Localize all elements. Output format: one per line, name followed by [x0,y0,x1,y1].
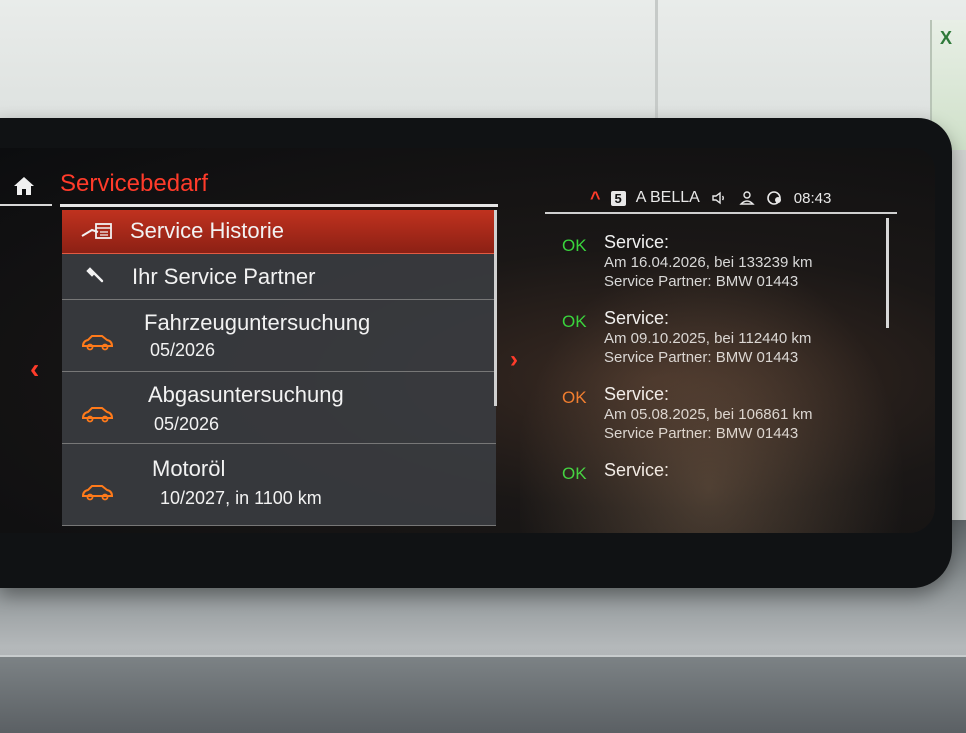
history-entry[interactable]: OK Service: Am 05.08.2025, bei 106861 km… [548,384,878,454]
home-icon [14,177,34,195]
entry-title: Service: [604,460,670,480]
menu-item-date: 05/2026 [150,340,216,360]
entry-partner: Service Partner: BMW 01443 [604,349,799,366]
status-ok-label: OK [562,388,587,407]
home-button[interactable] [8,170,46,202]
history-scrollbar[interactable] [886,218,889,328]
entry-date-km: Am 09.10.2025, bei 112440 km [604,330,812,347]
car-icon [80,480,114,504]
car-icon [80,402,114,426]
status-ok-label: OK [562,236,587,255]
gear-badge: 5 [610,190,626,206]
service-menu-list: Service Historie Ihr Service Partner Fah… [62,210,496,530]
status-ok-label: OK [562,312,587,331]
dashboard-trim [0,655,966,733]
menu-item-label: Abgasuntersuchung [148,382,344,407]
entry-date-km: Am 05.08.2025, bei 106861 km [604,406,813,423]
entry-partner: Service Partner: BMW 01443 [604,273,799,290]
menu-scrollbar[interactable] [494,210,497,406]
page-title: Servicebedarf [60,170,209,197]
entry-title: Service: [604,384,670,404]
radio-station: A BELLA [635,189,700,206]
menu-item-abgasuntersuchung[interactable]: Abgasuntersuchung 05/2026 [62,372,496,444]
chevron-right-icon[interactable]: › [510,346,518,374]
service-history-list: OK Service: Am 16.04.2026, bei 133239 km… [548,224,888,524]
infotainment-screen: Servicebedarf ^ 5 A BELLA 08:43 Service … [0,148,935,533]
car-icon [80,330,114,354]
entry-date-km: Am 16.04.2026, bei 133239 km [604,254,813,271]
menu-item-label: Ihr Service Partner [132,264,316,289]
home-tab-underline [0,204,52,206]
history-entry[interactable]: OK Service: [548,460,878,500]
menu-item-motoroel[interactable]: Motoröl 10/2027, in 1100 km [62,444,496,526]
history-entry[interactable]: OK Service: Am 16.04.2026, bei 133239 km… [548,232,878,302]
entry-title: Service: [604,232,670,252]
menu-item-label: Motoröl [152,456,226,481]
menu-item-fahrzeuguntersuchung[interactable]: Fahrzeuguntersuchung 05/2026 [62,300,496,372]
service-history-icon [80,220,114,244]
menu-item-detail: 10/2027, in 1100 km [160,488,322,508]
entry-title: Service: [604,308,670,328]
chevron-left-icon[interactable]: ‹ [30,353,39,385]
chevron-up-icon[interactable]: ^ [590,188,601,209]
menu-item-date: 05/2026 [154,414,220,434]
menu-item-service-historie[interactable]: Service Historie [62,210,496,254]
menu-item-label: Service Historie [130,218,285,243]
menu-item-label: Fahrzeuguntersuchung [144,310,371,335]
entry-partner: Service Partner: BMW 01443 [604,425,799,442]
title-divider [60,204,498,207]
profile-icon [738,189,756,207]
speaker-icon [710,189,728,207]
history-entry[interactable]: OK Service: Am 09.10.2025, bei 112440 km… [548,308,878,378]
network-icon [766,189,784,207]
status-bar: ^ 5 A BELLA 08:43 [590,186,831,210]
status-divider [545,212,897,214]
menu-item-ihr-service-partner[interactable]: Ihr Service Partner [62,254,496,300]
wrench-icon [80,265,114,289]
clock: 08:43 [793,189,832,207]
status-ok-label: OK [562,464,587,483]
